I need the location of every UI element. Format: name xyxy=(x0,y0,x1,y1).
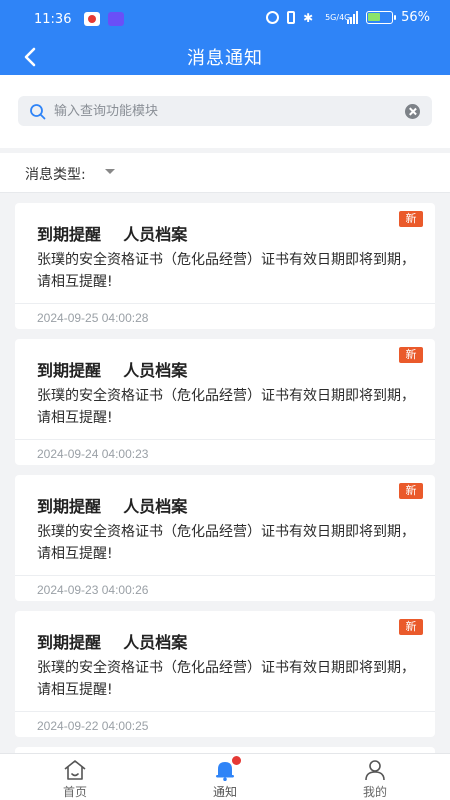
app-screen: 11:36 ✱ 5G/4G 56% 消息通知 输入查询功能模块 消息类型: 到期… xyxy=(0,0,450,800)
notice-body: 张璞的安全资格证书（危化品经营）证书有效日期即将到期，请相互提醒! xyxy=(37,252,415,290)
divider xyxy=(15,575,435,576)
tab-label: 我的 xyxy=(362,785,387,799)
divider xyxy=(15,303,435,304)
tab-label: 通知 xyxy=(212,785,237,799)
notification-dot xyxy=(232,756,241,765)
search-box[interactable] xyxy=(18,96,432,126)
tab-home[interactable]: 首页 xyxy=(0,754,150,800)
tab-label: 首页 xyxy=(62,785,87,799)
notice-title: 到期提醒 人员档案 xyxy=(37,633,188,652)
notice-body: 张璞的安全资格证书（危化品经营）证书有效日期即将到期，请相互提醒! xyxy=(37,524,415,562)
home-icon xyxy=(64,760,86,780)
battery-icon xyxy=(366,11,397,24)
message-type-dropdown[interactable] xyxy=(100,164,124,182)
notice-title: 到期提醒 人员档案 xyxy=(37,225,188,244)
bottom-tab-bar: 首页 通知 我的 xyxy=(0,753,450,800)
notice-body: 张璞的安全资格证书（危化品经营）证书有效日期即将到期，请相互提醒! xyxy=(37,660,415,698)
status-time: 11:36 xyxy=(34,12,72,27)
notice-body: 张璞的安全资格证书（危化品经营）证书有效日期即将到期，请相互提醒! xyxy=(37,388,415,426)
divider xyxy=(15,439,435,440)
notice-time: 2024-09-23 04:00:26 xyxy=(37,583,149,597)
new-badge: 新 xyxy=(399,619,423,635)
notice-title: 到期提醒 人员档案 xyxy=(37,361,188,380)
message-type-label: 消息类型: xyxy=(25,167,86,183)
signal-icon xyxy=(347,11,359,24)
search-area xyxy=(0,75,450,148)
app-notification-icon-2 xyxy=(108,12,124,26)
notice-card[interactable]: 到期提醒 人员档案 新 张璞的安全资格证书（危化品经营）证书有效日期即将到期，请… xyxy=(15,611,435,737)
notice-title: 到期提醒 人员档案 xyxy=(37,497,188,516)
nav-bar: 消息通知 xyxy=(0,38,450,75)
battery-percent: 56% xyxy=(401,10,430,25)
clear-icon[interactable] xyxy=(405,104,420,119)
user-icon xyxy=(365,760,385,781)
app-notification-icon xyxy=(84,12,100,26)
filter-bar: 消息类型: xyxy=(0,153,450,193)
page-title: 消息通知 xyxy=(187,48,263,69)
vibrate-icon xyxy=(287,11,296,24)
divider xyxy=(15,711,435,712)
new-badge: 新 xyxy=(399,211,423,227)
notice-card[interactable]: 到期提醒 人员档案 新 张璞的安全资格证书（危化品经营）证书有效日期即将到期，请… xyxy=(15,339,435,465)
network-type: 5G/4G xyxy=(325,12,351,22)
notice-time: 2024-09-25 04:00:28 xyxy=(37,311,149,325)
new-badge: 新 xyxy=(399,483,423,499)
search-icon xyxy=(30,104,46,120)
status-bar: 11:36 ✱ 5G/4G 56% xyxy=(0,0,450,38)
status-indicators: ✱ 5G/4G 56% xyxy=(266,10,430,25)
notice-card[interactable]: 到期提醒 人员档案 新 张璞的安全资格证书（危化品经营）证书有效日期即将到期，请… xyxy=(15,475,435,601)
new-badge: 新 xyxy=(399,347,423,363)
search-input[interactable] xyxy=(54,96,404,126)
tab-notifications[interactable]: 通知 xyxy=(150,754,300,800)
battery-fill xyxy=(368,13,381,21)
notice-list: 到期提醒 人员档案 新 张璞的安全资格证书（危化品经营）证书有效日期即将到期，请… xyxy=(0,193,450,753)
notice-time: 2024-09-22 04:00:25 xyxy=(37,719,149,733)
notice-card[interactable]: 到期提醒 人员档案 新 张璞的安全资格证书（危化品经营）证书有效日期即将到期，请… xyxy=(15,203,435,329)
tab-mine[interactable]: 我的 xyxy=(300,754,450,800)
chevron-down-icon xyxy=(105,169,115,174)
alarm-icon xyxy=(266,11,280,24)
notice-time: 2024-09-24 04:00:23 xyxy=(37,447,149,461)
bluetooth-icon: ✱ xyxy=(303,10,314,25)
